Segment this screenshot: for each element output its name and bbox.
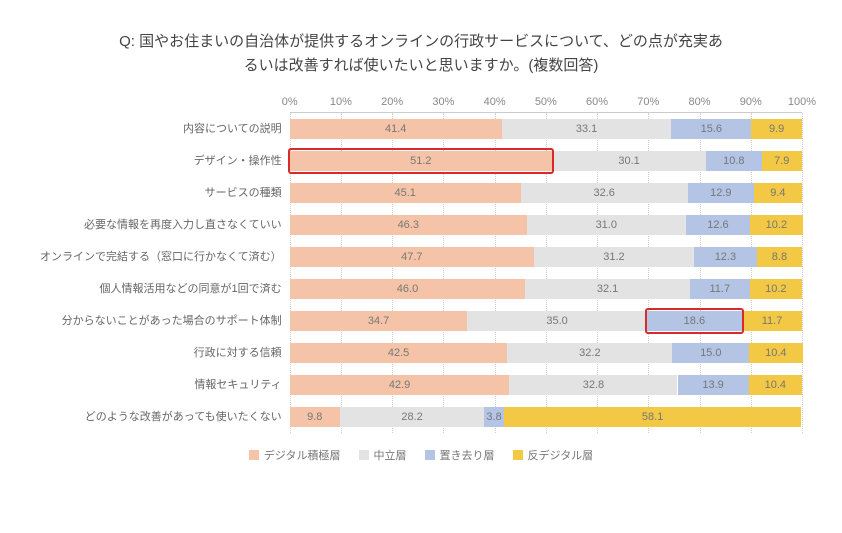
category-label: サービスの種類 [40, 176, 290, 208]
bar-segment: 42.5 [290, 343, 508, 363]
bar-segment: 32.1 [525, 279, 689, 299]
x-tick: 0% [282, 96, 298, 108]
legend-label: 中立層 [374, 447, 407, 463]
legend: デジタル積極層 中立層 置き去り層 反デジタル層 [40, 447, 802, 463]
bar-segment: 35.0 [467, 311, 646, 331]
legend-item: デジタル積極層 [249, 447, 341, 463]
bar-segment: 34.7 [290, 311, 468, 331]
bar-segment: 10.8 [706, 151, 761, 171]
legend-label: デジタル積極層 [264, 447, 341, 463]
bar-row: 9.828.23.858.1 [290, 401, 802, 433]
bar-segment: 31.0 [527, 215, 686, 235]
bar-segment: 10.4 [749, 375, 802, 395]
legend-item: 置き去り層 [425, 447, 495, 463]
bar-segment: 46.0 [290, 279, 526, 299]
bar-segment: 10.4 [749, 343, 802, 363]
x-tick: 40% [484, 96, 506, 108]
x-tick: 100% [788, 96, 816, 108]
bar-segment: 9.8 [290, 407, 340, 427]
x-tick: 10% [330, 96, 352, 108]
bar-segment: 41.4 [290, 119, 502, 139]
bar-segment: 30.1 [552, 151, 706, 171]
bar-segment: 10.2 [750, 279, 802, 299]
plot-wrap: 0%10%20%30%40%50%60%70%80%90%100% 41.433… [290, 96, 802, 433]
category-label: 情報セキュリティ [40, 368, 290, 400]
bar-segment: 33.1 [502, 119, 672, 139]
category-label: どのような改善があっても使いたくない [40, 400, 290, 432]
x-tick: 30% [432, 96, 454, 108]
bar-segment: 3.8 [484, 407, 503, 427]
bar-row: 45.132.612.99.4 [290, 177, 802, 209]
legend-item: 中立層 [359, 447, 407, 463]
bar-segment: 32.8 [509, 375, 677, 395]
bar-segment: 9.9 [751, 119, 802, 139]
bar-segment: 28.2 [340, 407, 484, 427]
bar-segment: 12.6 [686, 215, 751, 235]
bar-row: 47.731.212.38.8 [290, 241, 802, 273]
bar-segment: 11.7 [690, 279, 750, 299]
bar-segment: 47.7 [290, 247, 534, 267]
bar-segment: 51.2 [290, 151, 552, 171]
bar-segment: 11.7 [742, 311, 802, 331]
plot: 41.433.115.69.951.230.110.87.945.132.612… [290, 112, 802, 433]
legend-swatch [249, 450, 259, 460]
bar-segment: 15.0 [672, 343, 749, 363]
bar-segment: 12.3 [694, 247, 757, 267]
legend-swatch [513, 450, 523, 460]
title-line2: るいは改善すれば使いたいと思いますか。(複数回答) [244, 57, 599, 74]
bar-row: 42.932.813.910.4 [290, 369, 802, 401]
bar-segment: 10.2 [750, 215, 802, 235]
bar-segment: 18.6 [647, 311, 742, 331]
legend-item: 反デジタル層 [513, 447, 594, 463]
legend-swatch [359, 450, 369, 460]
category-label: オンラインで完結する（窓口に行かなくて済む） [40, 240, 290, 272]
chart-area: 内容についての説明デザイン・操作性サービスの種類必要な情報を再度入力し直さなくて… [40, 96, 802, 433]
bar-segment: 58.1 [504, 407, 802, 427]
bar-segment: 46.3 [290, 215, 527, 235]
y-axis-labels: 内容についての説明デザイン・操作性サービスの種類必要な情報を再度入力し直さなくて… [40, 96, 290, 433]
x-tick: 90% [740, 96, 762, 108]
bar-segment: 15.6 [671, 119, 751, 139]
category-label: デザイン・操作性 [40, 144, 290, 176]
category-label: 個人情報活用などの同意が1回で済む [40, 272, 290, 304]
bar-row: 51.230.110.87.9 [290, 145, 802, 177]
chart-title: Q: 国やお住まいの自治体が提供するオンラインの行政サービスについて、どの点が充… [40, 30, 802, 78]
bar-segment: 45.1 [290, 183, 521, 203]
category-label: 分からないことがあった場合のサポート体制 [40, 304, 290, 336]
bar-segment: 13.9 [678, 375, 749, 395]
category-label: 行政に対する信頼 [40, 336, 290, 368]
x-tick: 20% [381, 96, 403, 108]
category-label: 内容についての説明 [40, 112, 290, 144]
gridline [802, 113, 803, 433]
title-line1: Q: 国やお住まいの自治体が提供するオンラインの行政サービスについて、どの点が充… [119, 33, 723, 50]
x-tick: 60% [586, 96, 608, 108]
bar-segment: 32.6 [521, 183, 688, 203]
x-tick: 80% [689, 96, 711, 108]
bar-row: 42.532.215.010.4 [290, 337, 802, 369]
x-tick: 50% [535, 96, 557, 108]
bar-segment: 7.9 [762, 151, 802, 171]
x-tick: 70% [637, 96, 659, 108]
bar-segment: 42.9 [290, 375, 510, 395]
x-axis: 0%10%20%30%40%50%60%70%80%90%100% [290, 96, 802, 112]
legend-label: 反デジタル層 [528, 447, 594, 463]
bar-segment: 31.2 [534, 247, 694, 267]
bar-row: 46.331.012.610.2 [290, 209, 802, 241]
category-label: 必要な情報を再度入力し直さなくていい [40, 208, 290, 240]
bar-segment: 12.9 [688, 183, 754, 203]
bar-row: 41.433.115.69.9 [290, 113, 802, 145]
bar-segment: 9.4 [754, 183, 802, 203]
bar-segment: 8.8 [757, 247, 802, 267]
bar-row: 34.735.018.611.7 [290, 305, 802, 337]
legend-label: 置き去り層 [440, 447, 495, 463]
legend-swatch [425, 450, 435, 460]
bar-segment: 32.2 [507, 343, 672, 363]
bar-row: 46.032.111.710.2 [290, 273, 802, 305]
